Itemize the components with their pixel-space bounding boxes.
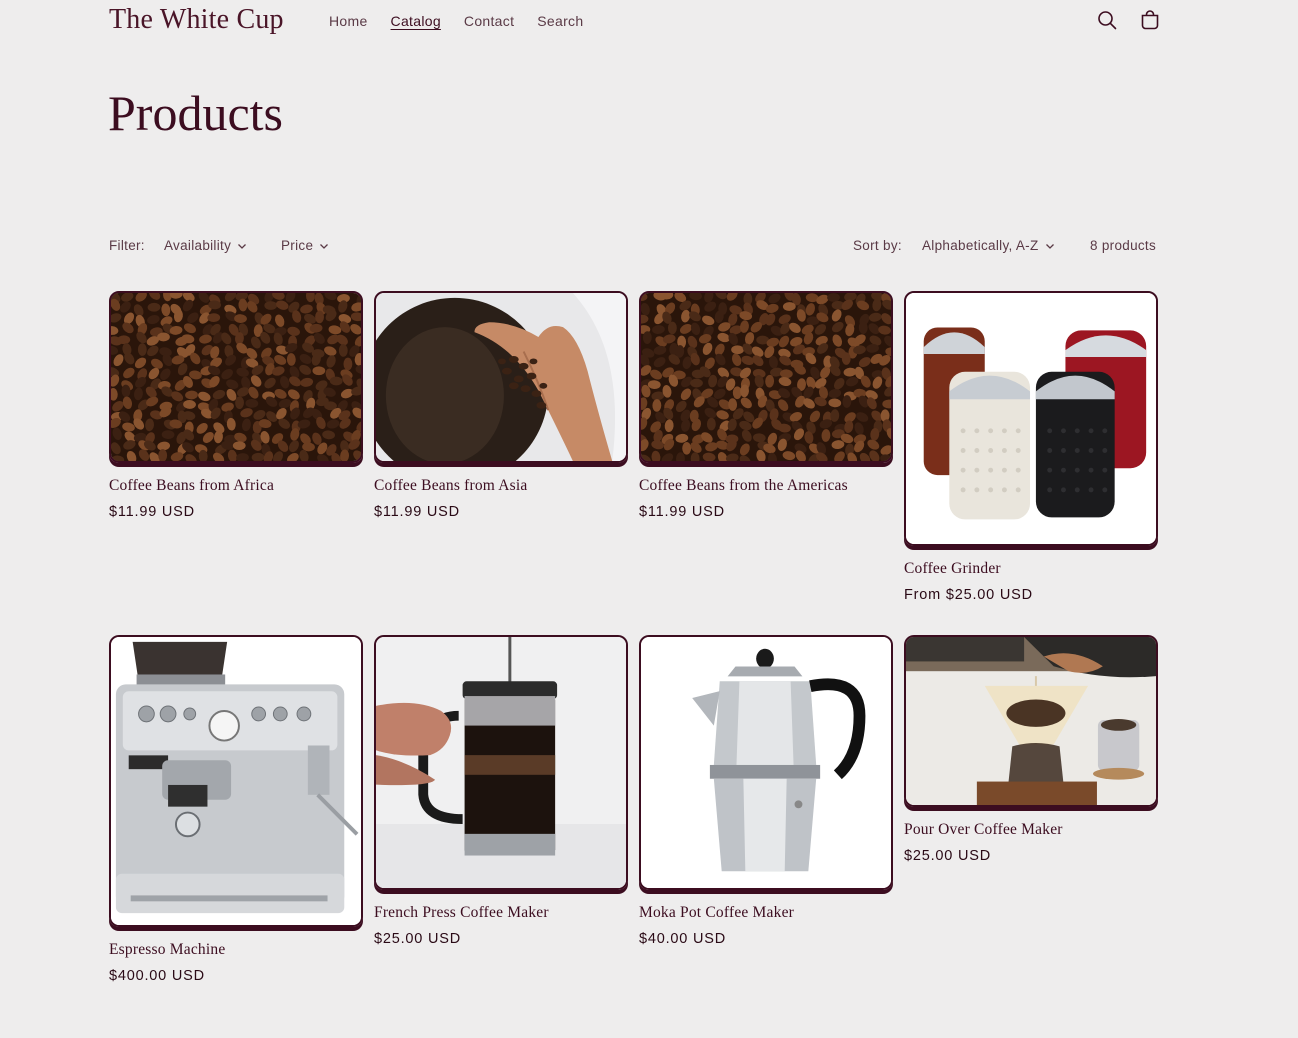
product-card[interactable]: Coffee Grinder From $25.00 USD xyxy=(904,291,1158,603)
product-card[interactable]: Moka Pot Coffee Maker $40.00 USD xyxy=(639,635,893,947)
nav-search[interactable]: Search xyxy=(537,13,583,29)
hand-with-beans-image xyxy=(376,293,626,461)
product-image-grinders[interactable] xyxy=(904,291,1158,546)
price-filter-label: Price xyxy=(281,238,314,253)
product-image-french-press[interactable] xyxy=(374,635,628,890)
product-image-moka-pot[interactable] xyxy=(639,635,893,890)
sort-label: Sort by: xyxy=(853,238,902,253)
product-image-coffee-beans[interactable] xyxy=(639,291,893,463)
product-card[interactable]: Coffee Beans from Africa $11.99 USD xyxy=(109,291,363,520)
product-price: $40.00 USD xyxy=(639,931,726,947)
nav-home[interactable]: Home xyxy=(329,13,368,29)
product-name[interactable]: Coffee Beans from Africa xyxy=(109,477,363,495)
product-price: From $25.00 USD xyxy=(904,587,1033,603)
nav-contact[interactable]: Contact xyxy=(464,13,514,29)
product-card[interactable]: French Press Coffee Maker $25.00 USD xyxy=(374,635,628,947)
product-price: $400.00 USD xyxy=(109,968,205,984)
nav-catalog[interactable]: Catalog xyxy=(391,13,441,29)
french-press-image xyxy=(376,637,626,888)
moka-pot-image xyxy=(641,637,891,888)
product-card[interactable]: Espresso Machine $400.00 USD xyxy=(109,635,363,984)
chevron-down-icon xyxy=(1045,241,1055,251)
availability-filter[interactable]: Availability xyxy=(164,238,247,253)
product-price: $11.99 USD xyxy=(374,504,460,520)
chevron-down-icon xyxy=(237,241,247,251)
grinders-image xyxy=(906,293,1156,544)
espresso-machine-image xyxy=(111,637,361,925)
product-price: $11.99 USD xyxy=(109,504,195,520)
product-image-hand-with-beans[interactable] xyxy=(374,291,628,463)
product-price: $25.00 USD xyxy=(374,931,461,947)
filter-label: Filter: xyxy=(109,238,145,253)
product-name[interactable]: Coffee Beans from Asia xyxy=(374,477,628,495)
pour-over-image xyxy=(906,637,1156,805)
page-title: Products xyxy=(108,85,283,141)
coffee-beans-image xyxy=(111,293,361,461)
filter-bar: Filter: Availability Price Sort by: Alph… xyxy=(109,238,1159,258)
main-nav: Home Catalog Contact Search xyxy=(329,13,583,29)
availability-label: Availability xyxy=(164,238,232,253)
coffee-beans-image xyxy=(641,293,891,461)
sort-select[interactable]: Alphabetically, A-Z xyxy=(922,238,1055,253)
product-image-pour-over[interactable] xyxy=(904,635,1158,807)
product-count: 8 products xyxy=(1090,238,1157,253)
product-image-espresso-machine[interactable] xyxy=(109,635,363,927)
product-name[interactable]: Coffee Beans from the Americas xyxy=(639,477,893,495)
site-logo[interactable]: The White Cup xyxy=(109,4,284,36)
product-name[interactable]: Espresso Machine xyxy=(109,941,363,959)
product-card[interactable]: Coffee Beans from Asia $11.99 USD xyxy=(374,291,628,520)
product-name[interactable]: French Press Coffee Maker xyxy=(374,904,628,922)
cart-icon[interactable] xyxy=(1139,9,1161,31)
chevron-down-icon xyxy=(319,241,329,251)
product-name[interactable]: Moka Pot Coffee Maker xyxy=(639,904,893,922)
product-price: $25.00 USD xyxy=(904,848,991,864)
price-filter[interactable]: Price xyxy=(281,238,329,253)
product-name[interactable]: Coffee Grinder xyxy=(904,560,1158,578)
product-card[interactable]: Coffee Beans from the Americas $11.99 US… xyxy=(639,291,893,520)
site-header: The White Cup Home Catalog Contact Searc… xyxy=(0,0,1298,44)
product-image-coffee-beans[interactable] xyxy=(109,291,363,463)
sort-value: Alphabetically, A-Z xyxy=(922,238,1039,253)
search-icon[interactable] xyxy=(1096,9,1118,31)
product-price: $11.99 USD xyxy=(639,504,725,520)
product-name[interactable]: Pour Over Coffee Maker xyxy=(904,821,1158,839)
product-card[interactable]: Pour Over Coffee Maker $25.00 USD xyxy=(904,635,1158,864)
